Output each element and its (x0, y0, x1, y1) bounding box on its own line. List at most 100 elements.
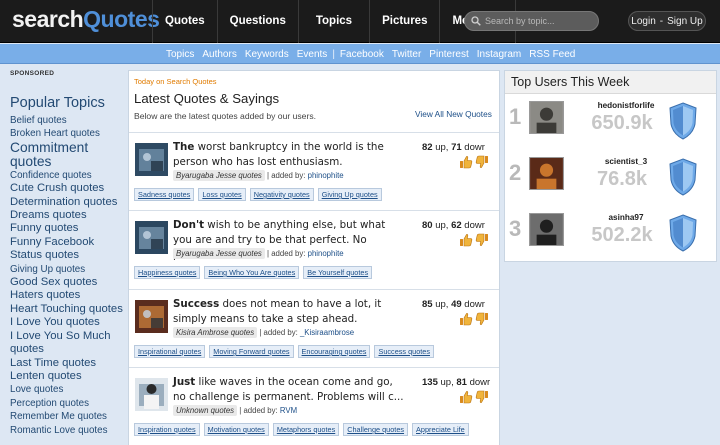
topic-link[interactable]: Remember Me quotes (10, 410, 125, 423)
topic-link[interactable]: Giving Up quotes (10, 263, 125, 276)
tag-link[interactable]: Inspirational quotes (134, 345, 206, 358)
user-name[interactable]: hedonistforlife (585, 101, 667, 110)
tag-link[interactable]: Challenge quotes (343, 423, 409, 436)
tag-link[interactable]: Success quotes (374, 345, 434, 358)
topic-link[interactable]: Love quotes (10, 383, 125, 396)
nav-topics[interactable]: Topics (297, 0, 369, 43)
thumb-down-icon[interactable] (475, 390, 489, 404)
quote-author-link[interactable]: Kisira Ambrose quotes (173, 327, 258, 338)
topic-link[interactable]: Dreams quotes (10, 209, 125, 222)
user-name[interactable]: asinha97 (585, 213, 667, 222)
tag-link[interactable]: Motivation quotes (203, 423, 269, 436)
top-user-row[interactable]: 2 scientist_3 76.8k (505, 152, 716, 208)
topic-link[interactable]: Romantic Love quotes (10, 424, 125, 437)
quote-user-link[interactable]: phinophite (308, 249, 344, 258)
subnav-authors[interactable]: Authors (198, 49, 240, 60)
tag-link[interactable]: Metaphors quotes (272, 423, 340, 436)
topic-link[interactable]: Heart Touching quotes (10, 303, 125, 316)
quote-author-link[interactable]: Byarugaba Jesse quotes (173, 248, 265, 259)
thumb-down-icon[interactable] (475, 155, 489, 169)
vote-up-count: 135 (422, 377, 438, 388)
topic-link[interactable]: Confidence quotes (10, 169, 125, 182)
thumb-up-icon[interactable] (459, 155, 473, 169)
tag-link[interactable]: Appreciate Life (412, 423, 469, 436)
topic-link[interactable]: I Love You So Much (10, 330, 125, 343)
quote-user-link[interactable]: RVM (280, 406, 297, 415)
quote-text[interactable]: The worst bankruptcy in the world is the… (173, 140, 405, 170)
quote-item: Success does not mean to have a lot, it … (129, 289, 499, 367)
tag-link[interactable]: Giving Up quotes (317, 188, 382, 201)
topic-link[interactable]: quotes (10, 154, 125, 169)
vote-count: 135 up, 81 dowr (422, 377, 499, 388)
tag-link[interactable]: Inspiration quotes (134, 423, 200, 436)
subnav-events[interactable]: Events (293, 49, 332, 60)
topic-link[interactable]: Cute Crush quotes (10, 182, 125, 195)
site-logo[interactable]: search Quotes (12, 6, 160, 36)
tag-link[interactable]: Negativity quotes (249, 188, 314, 201)
user-avatar[interactable] (529, 157, 564, 190)
nav-questions[interactable]: Questions (216, 0, 298, 43)
topic-link[interactable]: Commitment (10, 140, 125, 155)
thumb-up-icon[interactable] (459, 233, 473, 247)
topic-link[interactable]: Funny Facebook (10, 236, 125, 249)
quote-user-link[interactable]: _Kisiraambrose (300, 328, 354, 337)
today-label: Today on Search Quotes (134, 77, 217, 86)
user-rank: 1 (509, 104, 522, 129)
top-user-row[interactable]: 1 hedonistforlife 650.9k (505, 96, 716, 152)
quote-thumbnail[interactable] (135, 300, 168, 333)
tag-link[interactable]: Be Yourself quotes (303, 266, 373, 279)
topic-link[interactable]: Status quotes (10, 249, 125, 262)
thumb-down-icon[interactable] (475, 233, 489, 247)
quote-author-link[interactable]: Unknown quotes (173, 405, 238, 416)
user-avatar[interactable] (529, 101, 564, 134)
thumb-down-icon[interactable] (475, 312, 489, 326)
subnav-twitter[interactable]: Twitter (388, 49, 425, 60)
user-avatar[interactable] (529, 213, 564, 246)
signup-link[interactable]: Sign Up (667, 16, 703, 27)
topic-link[interactable]: Determination quotes (10, 196, 125, 209)
quote-user-link[interactable]: phinophite (308, 171, 344, 180)
quote-thumbnail[interactable] (135, 378, 168, 411)
thumb-up-icon[interactable] (459, 312, 473, 326)
quote-thumbnail[interactable] (135, 221, 168, 254)
quote-text[interactable]: Just like waves in the ocean come and go… (173, 375, 405, 405)
left-sidebar: SPONSORED Popular Topics Belief quotes Br… (10, 70, 125, 437)
subnav-topics[interactable]: Topics (162, 49, 198, 60)
view-all-new-quotes-link[interactable]: View All New Quotes (415, 109, 492, 119)
subnav-facebook[interactable]: Facebook (336, 49, 388, 60)
search-input[interactable] (485, 16, 595, 26)
subnav-keywords[interactable]: Keywords (241, 49, 293, 60)
nav-quotes[interactable]: Quotes (152, 0, 217, 43)
tag-link[interactable]: Happiness quotes (134, 266, 201, 279)
topic-link[interactable]: Lenten quotes (10, 370, 125, 383)
tag-link[interactable]: Loss quotes (198, 188, 246, 201)
top-user-row[interactable]: 3 asinha97 502.2k (505, 208, 716, 264)
user-name[interactable]: scientist_3 (585, 157, 667, 166)
quote-text[interactable]: Success does not mean to have a lot, it … (173, 297, 405, 327)
topic-link[interactable]: I Love You quotes (10, 316, 125, 329)
tag-link[interactable]: Sadness quotes (134, 188, 195, 201)
login-link[interactable]: Login (631, 16, 655, 27)
tag-link[interactable]: Encouraging quotes (297, 345, 371, 358)
topic-link[interactable]: Last Time quotes (10, 357, 125, 370)
topic-link[interactable]: Good Sex quotes (10, 276, 125, 289)
tag-link[interactable]: Moving Forward quotes (209, 345, 294, 358)
topic-link[interactable]: Haters quotes (10, 289, 125, 302)
topic-link[interactable]: quotes (10, 343, 125, 356)
topic-link[interactable]: Funny quotes (10, 222, 125, 235)
topic-link[interactable]: Perception quotes (10, 397, 125, 410)
subnav-pinterest[interactable]: Pinterest (425, 49, 472, 60)
latest-quotes-panel: Today on Search Quotes Latest Quotes & S… (128, 70, 500, 445)
quote-thumbnail[interactable] (135, 143, 168, 176)
subnav-instagram[interactable]: Instagram (473, 49, 525, 60)
logo-text-quotes: Quotes (83, 6, 160, 32)
search-icon[interactable] (471, 16, 481, 26)
quote-author-link[interactable]: Byarugaba Jesse quotes (173, 170, 265, 181)
tag-link[interactable]: Being Who You Are quotes (204, 266, 300, 279)
subnav-rss-feed[interactable]: RSS Feed (525, 49, 579, 60)
user-score: 650.9k (591, 112, 653, 134)
topic-link[interactable]: Belief quotes (10, 114, 125, 127)
topic-link[interactable]: Broken Heart quotes (10, 127, 125, 140)
nav-pictures[interactable]: Pictures (369, 0, 439, 43)
thumb-up-icon[interactable] (459, 390, 473, 404)
